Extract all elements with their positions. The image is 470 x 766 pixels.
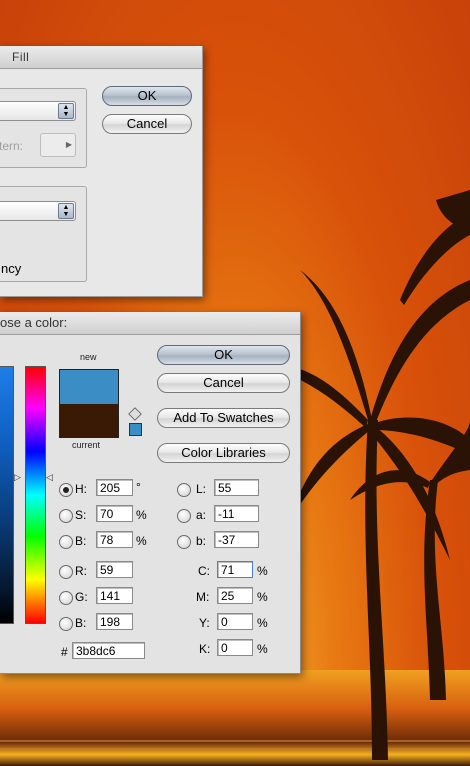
hue-label: H: <box>75 482 87 496</box>
brightness-input[interactable]: 78 <box>96 531 133 548</box>
cyan-label: C: <box>198 564 210 578</box>
color-libraries-button[interactable]: Color Libraries <box>157 443 290 463</box>
color-field[interactable] <box>0 366 14 624</box>
dropdown-arrow-icon: ▶ <box>65 140 72 149</box>
new-color-swatch[interactable] <box>59 369 119 404</box>
custom-pattern-label: tern: <box>0 139 24 153</box>
mode-popup[interactable]: ▲ ▼ <box>0 201 76 221</box>
magenta-label: M: <box>196 590 210 604</box>
fill-ok-button[interactable]: OK <box>102 86 192 106</box>
saturation-input[interactable]: 70 <box>96 505 133 522</box>
yellow-input[interactable]: 0 <box>217 613 253 630</box>
magenta-input[interactable]: 25 <box>217 587 253 604</box>
color-picker-dialog: ose a color: ▷ ◁ new current OK Cancel A… <box>0 312 301 674</box>
hue-slider[interactable] <box>25 366 46 624</box>
brightness-radio[interactable] <box>59 535 73 549</box>
hex-input[interactable]: 3b8dc6 <box>72 642 145 659</box>
hue-radio[interactable] <box>59 483 73 497</box>
lab-b-radio[interactable] <box>177 535 191 549</box>
lab-b-label: b: <box>196 534 207 548</box>
blue-input[interactable]: 198 <box>96 613 133 630</box>
lab-l-input[interactable]: 55 <box>214 479 259 496</box>
blue-label: B: <box>75 616 87 630</box>
lab-a-input[interactable]: -11 <box>214 505 259 522</box>
custom-pattern-picker[interactable]: ▶ <box>40 133 76 157</box>
saturation-radio[interactable] <box>59 509 73 523</box>
new-color-label: new <box>80 352 97 362</box>
use-popup[interactable]: ▲ ▼ <box>0 101 76 121</box>
picker-title: ose a color: <box>0 315 68 330</box>
blending-group: ▲ ▼ ncy <box>0 186 87 282</box>
fill-dialog: Fill ▲ ▼ tern: ▶ ▲ ▼ ncy OK Cancel <box>0 46 203 297</box>
black-unit: % <box>257 642 268 656</box>
hex-label: # <box>61 645 68 659</box>
add-to-swatches-button[interactable]: Add To Swatches <box>157 408 290 428</box>
lab-a-label: a: <box>196 508 207 522</box>
brightness-label: B: <box>75 534 87 548</box>
black-label: K: <box>199 642 211 656</box>
lab-l-label: L: <box>196 482 207 496</box>
lab-a-radio[interactable] <box>177 509 191 523</box>
fill-titlebar: Fill <box>0 46 202 69</box>
popup-arrows-icon: ▲ ▼ <box>58 103 74 119</box>
web-safe-color-swatch[interactable] <box>129 423 142 436</box>
current-color-swatch[interactable] <box>59 404 119 438</box>
fill-title: Fill <box>12 50 30 64</box>
picker-ok-button[interactable]: OK <box>157 345 290 365</box>
black-input[interactable]: 0 <box>217 639 253 656</box>
saturation-unit: % <box>136 508 147 522</box>
yellow-label: Y: <box>199 616 210 630</box>
lab-b-input[interactable]: -37 <box>214 531 259 548</box>
cyan-unit: % <box>257 564 268 578</box>
red-label: R: <box>75 564 87 578</box>
brightness-unit: % <box>136 534 147 548</box>
yellow-unit: % <box>257 616 268 630</box>
red-radio[interactable] <box>59 565 73 579</box>
hue-unit: ° <box>136 480 141 494</box>
picker-titlebar: ose a color: <box>0 312 300 335</box>
green-label: G: <box>75 590 88 604</box>
green-input[interactable]: 141 <box>96 587 133 604</box>
popup-arrows-icon: ▲ ▼ <box>58 203 74 219</box>
green-radio[interactable] <box>59 591 73 605</box>
magenta-unit: % <box>257 590 268 604</box>
slider-left-arrow-icon[interactable]: ▷ <box>14 472 21 483</box>
contents-group: ▲ ▼ tern: ▶ <box>0 88 87 168</box>
lab-l-radio[interactable] <box>177 483 191 497</box>
saturation-label: S: <box>75 508 87 522</box>
red-input[interactable]: 59 <box>96 561 133 578</box>
preserve-transparency-label: ncy <box>1 261 22 276</box>
blue-radio[interactable] <box>59 617 73 631</box>
picker-cancel-button[interactable]: Cancel <box>157 373 290 393</box>
cyan-input[interactable]: 71 <box>217 561 253 578</box>
color-swatch <box>59 369 119 438</box>
slider-right-arrow-icon[interactable]: ◁ <box>46 472 53 483</box>
hue-input[interactable]: 205 <box>96 479 133 496</box>
current-color-label: current <box>72 440 101 450</box>
fill-cancel-button[interactable]: Cancel <box>102 114 192 134</box>
